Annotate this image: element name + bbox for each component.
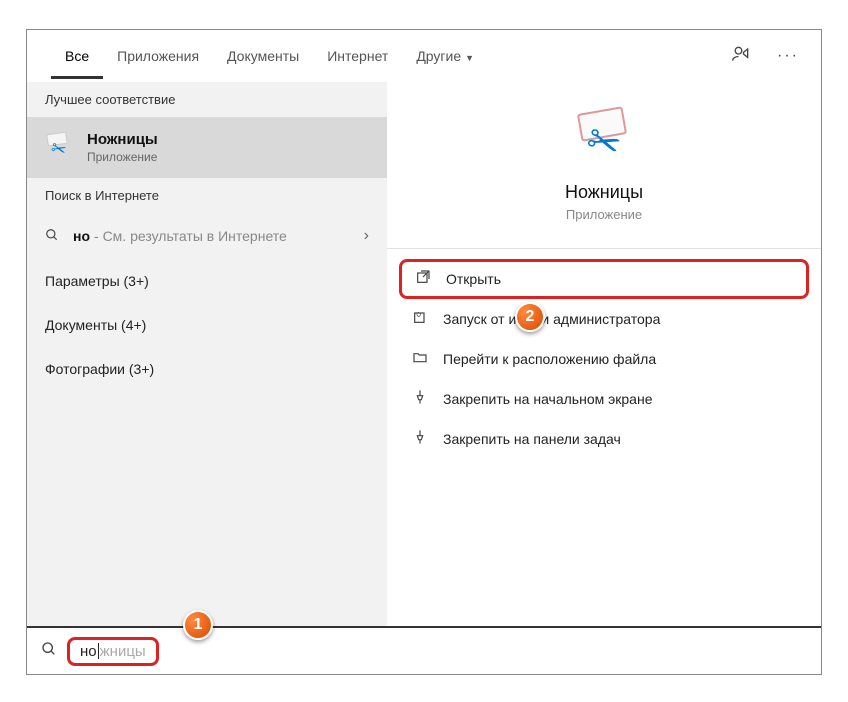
- preview-title: Ножницы: [387, 182, 821, 203]
- open-icon: [414, 269, 432, 289]
- tab-docs[interactable]: Документы: [213, 34, 313, 79]
- action-label: Открыть: [446, 271, 501, 287]
- overflow-icon[interactable]: ···: [763, 39, 813, 73]
- tab-all[interactable]: Все: [51, 34, 103, 79]
- internet-header: Поиск в Интернете: [27, 178, 387, 213]
- tab-apps[interactable]: Приложения: [103, 34, 213, 79]
- preview-panel: ✂ Ножницы Приложение Открыть Запуск от и…: [387, 82, 821, 626]
- divider: [387, 248, 821, 249]
- tab-internet[interactable]: Интернет: [313, 34, 402, 79]
- action-pin-taskbar[interactable]: Закрепить на панели задач: [399, 419, 809, 459]
- filter-tabs: Все Приложения Документы Интернет Другие…: [35, 34, 488, 79]
- internet-search-item[interactable]: но - См. результаты в Интернете ›: [27, 213, 387, 259]
- search-query-highlight: ножницы: [67, 637, 159, 666]
- search-icon: [41, 641, 57, 662]
- completion-text: жницы: [100, 643, 146, 660]
- shield-icon: [411, 309, 429, 329]
- category-params[interactable]: Параметры (3+): [27, 259, 387, 303]
- folder-icon: [411, 349, 429, 369]
- action-open-location[interactable]: Перейти к расположению файла: [399, 339, 809, 379]
- snipping-tool-icon: ✂: [569, 106, 639, 166]
- results-panel: Лучшее соответствие ✂ Ножницы Приложение…: [27, 82, 387, 626]
- text-cursor: [98, 643, 99, 659]
- snipping-tool-icon: ✂: [45, 133, 75, 163]
- category-docs[interactable]: Документы (4+): [27, 303, 387, 347]
- chevron-right-icon: ›: [364, 227, 369, 245]
- action-run-admin[interactable]: Запуск от имени администратора: [399, 299, 809, 339]
- action-label: Запуск от имени администратора: [443, 311, 660, 327]
- tab-other[interactable]: Другие▼: [402, 34, 488, 79]
- pin-icon: [411, 389, 429, 409]
- action-label: Закрепить на начальном экране: [443, 391, 653, 407]
- action-label: Перейти к расположению файла: [443, 351, 656, 367]
- best-match-header: Лучшее соответствие: [27, 82, 387, 117]
- pin-icon: [411, 429, 429, 449]
- result-title: Ножницы: [87, 131, 158, 148]
- preview-subtitle: Приложение: [387, 207, 821, 222]
- chevron-down-icon: ▼: [465, 53, 474, 63]
- search-header: Все Приложения Документы Интернет Другие…: [27, 30, 821, 82]
- internet-term: но: [73, 228, 90, 244]
- actions-list: Открыть Запуск от имени администратора П…: [387, 259, 821, 459]
- result-subtitle: Приложение: [87, 150, 158, 164]
- annotation-badge-2: 2: [515, 302, 545, 332]
- internet-hint: - См. результаты в Интернете: [94, 228, 287, 244]
- annotation-badge-1: 1: [183, 610, 213, 640]
- feedback-icon[interactable]: [719, 36, 763, 77]
- search-bar[interactable]: ножницы: [27, 626, 821, 674]
- action-label: Закрепить на панели задач: [443, 431, 621, 447]
- best-match-item[interactable]: ✂ Ножницы Приложение: [27, 117, 387, 178]
- action-open[interactable]: Открыть: [399, 259, 809, 299]
- action-pin-start[interactable]: Закрепить на начальном экране: [399, 379, 809, 419]
- search-icon: [45, 228, 59, 245]
- typed-text: но: [80, 643, 97, 660]
- category-photos[interactable]: Фотографии (3+): [27, 347, 387, 391]
